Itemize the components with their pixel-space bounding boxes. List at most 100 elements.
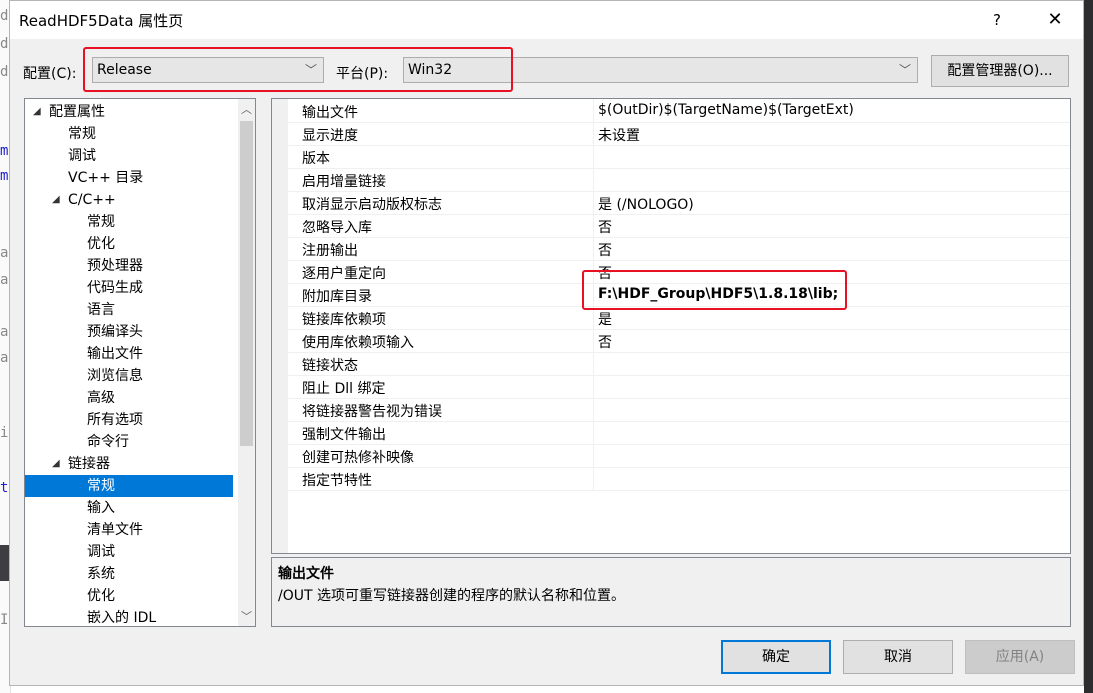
tree-item[interactable]: 所有选项: [25, 409, 237, 431]
grid-gutter: [272, 99, 288, 553]
apply-button[interactable]: 应用(A): [965, 640, 1075, 674]
property-row[interactable]: 取消显示启动版权标志 是 (/NOLOGO): [288, 192, 1070, 215]
property-name: 版本: [302, 151, 330, 167]
tree-item[interactable]: 系统: [25, 563, 237, 585]
scroll-thumb[interactable]: [240, 121, 253, 446]
property-name: 附加库目录: [302, 289, 372, 305]
background-scrollbar-strip: [1084, 0, 1093, 693]
property-value[interactable]: F:\HDF_Group\HDF5\1.8.18\lib;: [598, 286, 838, 302]
property-row[interactable]: 阻止 Dll 绑定: [288, 376, 1070, 399]
tree-item-label: 配置属性: [49, 104, 105, 120]
tree-item[interactable]: 预处理器: [25, 255, 237, 277]
property-row[interactable]: 启用增量链接: [288, 169, 1070, 192]
expand-triangle-icon[interactable]: ◢: [52, 189, 60, 211]
help-button[interactable]: ?: [982, 5, 1012, 35]
property-row[interactable]: 版本: [288, 146, 1070, 169]
property-row[interactable]: 显示进度 未设置: [288, 123, 1070, 146]
config-dropdown[interactable]: Release ﹀: [92, 57, 324, 83]
tree-scrollbar[interactable]: ︿ ﹀: [238, 99, 255, 626]
property-row[interactable]: 逐用户重定向 否: [288, 261, 1070, 284]
tree-item[interactable]: 优化: [25, 233, 237, 255]
property-row[interactable]: 强制文件输出: [288, 422, 1070, 445]
cancel-button[interactable]: 取消: [843, 640, 953, 674]
platform-value: Win32: [408, 62, 453, 78]
tree-item-label: 所有选项: [87, 412, 143, 428]
property-row[interactable]: 链接库依赖项 是: [288, 307, 1070, 330]
property-grid[interactable]: 输出文件 $(OutDir)$(TargetName)$(TargetExt) 显示…: [271, 98, 1071, 554]
property-row[interactable]: 将链接器警告视为错误: [288, 399, 1070, 422]
description-title: 输出文件: [278, 566, 334, 582]
tree-item[interactable]: 常规: [25, 123, 237, 145]
tree-item[interactable]: 调试: [25, 145, 237, 167]
property-row[interactable]: 创建可热修补映像: [288, 445, 1070, 468]
tree-item[interactable]: 优化: [25, 585, 237, 607]
tree-item[interactable]: 调试: [25, 541, 237, 563]
tree-item[interactable]: 常规: [25, 475, 233, 497]
property-value[interactable]: 是: [598, 309, 612, 329]
property-value[interactable]: 是 (/NOLOGO): [598, 194, 694, 214]
tree-item[interactable]: VC++ 目录: [25, 167, 237, 189]
tree-item[interactable]: ◢ 配置属性: [25, 101, 237, 123]
tree-item[interactable]: 语言: [25, 299, 237, 321]
background-code-char: m: [0, 143, 9, 159]
config-value: Release: [97, 62, 152, 78]
tree-item-label: 系统: [87, 566, 115, 582]
tree-item[interactable]: 代码生成: [25, 277, 237, 299]
tree-item-label: 命令行: [87, 434, 129, 450]
description-text: /OUT 选项可重写链接器创建的程序的默认名称和位置。: [278, 588, 625, 604]
title-bar: ReadHDF5Data 属性页 ? ✕: [10, 1, 1083, 39]
tree-item[interactable]: 输出文件: [25, 343, 237, 365]
platform-dropdown[interactable]: Win32 ﹀: [403, 57, 918, 83]
property-value[interactable]: 否: [598, 332, 612, 352]
expand-triangle-icon[interactable]: ◢: [33, 101, 41, 123]
tree-item[interactable]: 输入: [25, 497, 237, 519]
background-code-char: d: [0, 36, 9, 52]
property-name: 取消显示启动版权标志: [302, 197, 442, 213]
tree-item-label: C/C++: [68, 192, 116, 208]
property-row[interactable]: 注册输出 否: [288, 238, 1070, 261]
property-row[interactable]: 输出文件 $(OutDir)$(TargetName)$(TargetExt): [288, 100, 1070, 123]
property-value[interactable]: 未设置: [598, 125, 640, 145]
scroll-down-icon[interactable]: ﹀: [241, 608, 252, 624]
chevron-down-icon: ﹀: [898, 63, 911, 77]
background-code-char: I: [0, 612, 9, 628]
tree-item-label: 浏览信息: [87, 368, 143, 384]
property-name: 忽略导入库: [302, 220, 372, 236]
background-code-char: a: [0, 350, 9, 366]
property-name: 链接状态: [302, 358, 358, 374]
tree-item[interactable]: 预编译头: [25, 321, 237, 343]
property-row[interactable]: 指定节特性: [288, 468, 1070, 491]
property-name: 指定节特性: [302, 473, 372, 489]
tree-item-label: 预编译头: [87, 324, 143, 340]
platform-label: 平台(P):: [336, 66, 389, 82]
expand-triangle-icon[interactable]: ◢: [52, 453, 60, 475]
property-row[interactable]: 使用库依赖项输入 否: [288, 330, 1070, 353]
tree-item-label: 输出文件: [87, 346, 143, 362]
tree-item[interactable]: 嵌入的 IDL: [25, 607, 237, 626]
close-button[interactable]: ✕: [1040, 5, 1070, 35]
background-code-char: m: [0, 168, 9, 184]
tree-item[interactable]: 高级: [25, 387, 237, 409]
background-code-char: i: [0, 425, 9, 441]
property-row[interactable]: 忽略导入库 否: [288, 215, 1070, 238]
tree-item[interactable]: 命令行: [25, 431, 237, 453]
property-tree[interactable]: ◢ 配置属性 常规 调试 VC++ 目录 ◢ C/C++ 常规 优化 预处理器 代码生成 语言 预编译头…: [24, 98, 256, 627]
tree-item[interactable]: 常规: [25, 211, 237, 233]
tree-item[interactable]: ◢ 链接器: [25, 453, 237, 475]
property-row[interactable]: 附加库目录 F:\HDF_Group\HDF5\1.8.18\lib;: [288, 284, 1070, 307]
property-row[interactable]: 链接状态: [288, 353, 1070, 376]
tree-item-label: 清单文件: [87, 522, 143, 538]
background-code-char: a: [0, 324, 9, 340]
property-value[interactable]: 否: [598, 240, 612, 260]
property-name: 将链接器警告视为错误: [302, 404, 442, 420]
property-value[interactable]: 否: [598, 217, 612, 237]
property-value[interactable]: $(OutDir)$(TargetName)$(TargetExt): [598, 102, 854, 118]
configuration-manager-button[interactable]: 配置管理器(O)...: [931, 55, 1069, 87]
tree-item[interactable]: 浏览信息: [25, 365, 237, 387]
tree-item-label: 优化: [87, 236, 115, 252]
property-value[interactable]: 否: [598, 263, 612, 283]
tree-item[interactable]: ◢ C/C++: [25, 189, 237, 211]
ok-button[interactable]: 确定: [721, 640, 831, 674]
tree-item[interactable]: 清单文件: [25, 519, 237, 541]
scroll-up-icon[interactable]: ︿: [241, 101, 252, 117]
